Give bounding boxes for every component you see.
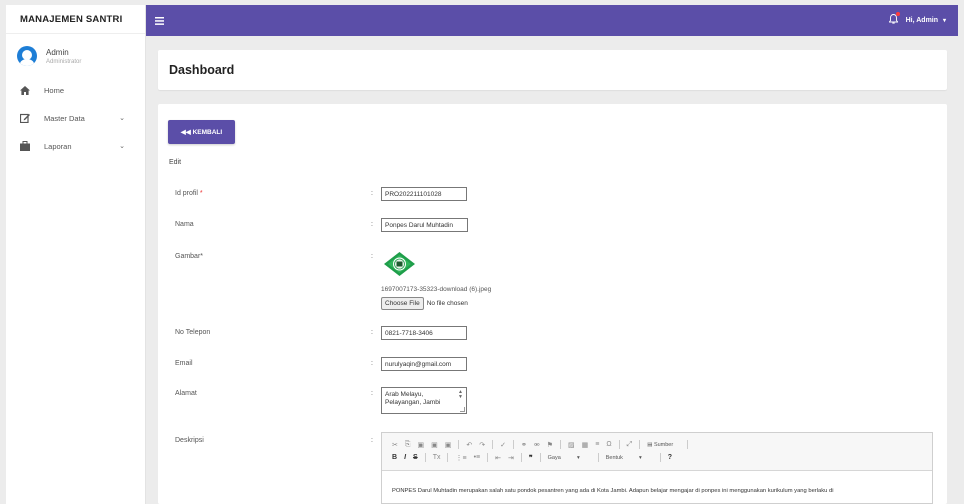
- page-title: Dashboard: [169, 63, 235, 77]
- remove-format-icon[interactable]: Tx: [433, 454, 441, 461]
- back-button[interactable]: ◀◀ KEMBALI: [168, 120, 235, 144]
- strikethrough-icon[interactable]: S: [413, 454, 418, 461]
- unlink-icon[interactable]: ⚮: [534, 441, 540, 449]
- home-icon: [20, 85, 30, 95]
- file-status: No file chosen: [426, 300, 468, 307]
- image-icon[interactable]: ▨: [568, 441, 575, 449]
- menu-toggle-icon[interactable]: [155, 14, 164, 28]
- bold-icon[interactable]: B: [392, 454, 397, 461]
- link-icon[interactable]: ⚭: [521, 441, 527, 449]
- spellcheck-icon[interactable]: ✓: [500, 441, 506, 449]
- copy-icon[interactable]: ⎘: [405, 441, 411, 449]
- alamat-label: Alamat: [175, 390, 197, 397]
- edit-form-card: ◀◀ KEMBALI Edit Id profil * : PRO2022111…: [158, 104, 947, 504]
- user-role: Administrator: [46, 58, 82, 65]
- styles-label: Gaya: [547, 454, 561, 461]
- maximize-icon[interactable]: ⤢: [627, 441, 633, 449]
- email-field[interactable]: nurulyaqin@gmail.com: [381, 357, 467, 371]
- separator: :: [371, 360, 373, 367]
- greeting-text: Hi, Admin: [905, 17, 939, 24]
- page-header: Dashboard: [158, 50, 947, 90]
- separator: :: [371, 221, 373, 228]
- editor-toolbar: ✂ ⎘ ▣ ▣ ▣ ↶ ↷ ✓ ⚭ ⚮ ⚑ ▨ ▦ ≡ Ω ⤢ ▤ Sumber…: [382, 433, 932, 471]
- alamat-line: Arab Melayu,: [385, 391, 424, 398]
- separator: :: [371, 390, 373, 397]
- anchor-icon[interactable]: ⚑: [547, 441, 553, 449]
- chevron-down-icon: ⌄: [119, 143, 125, 150]
- current-file-name: 1697007173-35323-download (6).jpeg: [381, 286, 492, 293]
- id-profil-label: Id profil *: [175, 190, 203, 197]
- sidebar: MANAJEMEN SANTRI Admin Administrator Hom…: [6, 5, 146, 504]
- nama-field[interactable]: Ponpes Darul Muhtadin: [381, 218, 468, 232]
- cut-icon[interactable]: ✂: [392, 441, 398, 449]
- paste-word-icon[interactable]: ▣: [445, 441, 452, 449]
- horizontal-line-icon[interactable]: ≡: [595, 441, 599, 448]
- blockquote-icon[interactable]: ❞: [529, 454, 533, 462]
- special-char-icon[interactable]: Ω: [606, 441, 611, 448]
- bell-icon[interactable]: [887, 12, 900, 27]
- section-title: Edit: [169, 159, 182, 166]
- paste-icon[interactable]: ▣: [417, 441, 424, 449]
- source-label: Sumber: [653, 441, 674, 448]
- edit-icon: [20, 113, 30, 123]
- italic-icon[interactable]: I: [404, 454, 406, 461]
- separator: :: [371, 190, 373, 197]
- brand-title: MANAJEMEN SANTRI: [6, 5, 145, 34]
- top-navbar: Hi, Admin ▾: [146, 5, 958, 36]
- required-marker: *: [199, 190, 203, 197]
- briefcase-icon: [20, 141, 30, 151]
- separator: :: [371, 253, 373, 260]
- alamat-textarea[interactable]: Arab Melayu, Pelayangan, Jambi ▲ ▼: [381, 387, 467, 414]
- sidebar-item-master-data[interactable]: Master Data ⌄: [6, 104, 145, 132]
- sidebar-item-label: Laporan: [44, 141, 72, 151]
- styles-dropdown[interactable]: Gaya ▾: [548, 455, 580, 461]
- format-label: Bentuk: [605, 454, 623, 461]
- user-panel: Admin Administrator: [6, 34, 145, 76]
- avatar: [17, 46, 37, 66]
- notification-badge: [895, 12, 900, 16]
- sidebar-item-laporan[interactable]: Laporan ⌄: [6, 132, 145, 160]
- alamat-line: Pelayangan, Jambi: [385, 399, 441, 406]
- choose-file-button[interactable]: Choose File: [381, 297, 424, 310]
- sidebar-item-label: Master Data: [44, 113, 85, 123]
- separator: :: [371, 329, 373, 336]
- numbered-list-icon[interactable]: ⋮≡: [455, 454, 466, 462]
- indent-icon[interactable]: ⇥: [508, 454, 514, 462]
- user-name: Admin: [46, 47, 69, 57]
- logo-thumbnail: [384, 252, 415, 276]
- separator: :: [371, 437, 373, 444]
- table-icon[interactable]: ▦: [582, 441, 589, 449]
- id-profil-field[interactable]: PRO202211101028: [381, 187, 467, 201]
- rich-text-editor[interactable]: ✂ ⎘ ▣ ▣ ▣ ↶ ↷ ✓ ⚭ ⚮ ⚑ ▨ ▦ ≡ Ω ⤢ ▤ Sumber…: [381, 432, 933, 504]
- user-menu[interactable]: Hi, Admin ▾: [906, 17, 946, 24]
- outdent-icon[interactable]: ⇤: [495, 454, 501, 462]
- telepon-label: No Telepon: [175, 329, 211, 336]
- sidebar-item-label: Home: [44, 85, 65, 95]
- email-label: Email: [175, 360, 193, 367]
- redo-icon[interactable]: ↷: [479, 441, 485, 449]
- source-button[interactable]: ▤ Sumber: [647, 442, 680, 448]
- file-input[interactable]: Choose File No file chosen: [381, 297, 468, 310]
- sidebar-item-home[interactable]: Home: [6, 76, 145, 104]
- format-dropdown[interactable]: Bentuk ▾: [606, 455, 642, 461]
- help-icon[interactable]: ?: [668, 454, 672, 461]
- telepon-field[interactable]: 0821-7718-3406: [381, 326, 467, 340]
- editor-content[interactable]: PONPES Darul Muhtadin merupakan salah sa…: [382, 471, 932, 494]
- gambar-label: Gambar*: [175, 253, 204, 260]
- bulleted-list-icon[interactable]: •≡: [474, 454, 481, 461]
- caret-down-icon: ▾: [942, 18, 946, 24]
- resize-handle-icon[interactable]: [460, 407, 465, 412]
- chevron-down-icon: ⌄: [119, 115, 125, 122]
- undo-icon[interactable]: ↶: [466, 441, 472, 449]
- scroll-arrows-icon[interactable]: ▲ ▼: [458, 390, 463, 400]
- paste-text-icon[interactable]: ▣: [431, 441, 438, 449]
- nama-label: Nama: [175, 221, 194, 228]
- deskripsi-label: Deskripsi: [175, 437, 204, 444]
